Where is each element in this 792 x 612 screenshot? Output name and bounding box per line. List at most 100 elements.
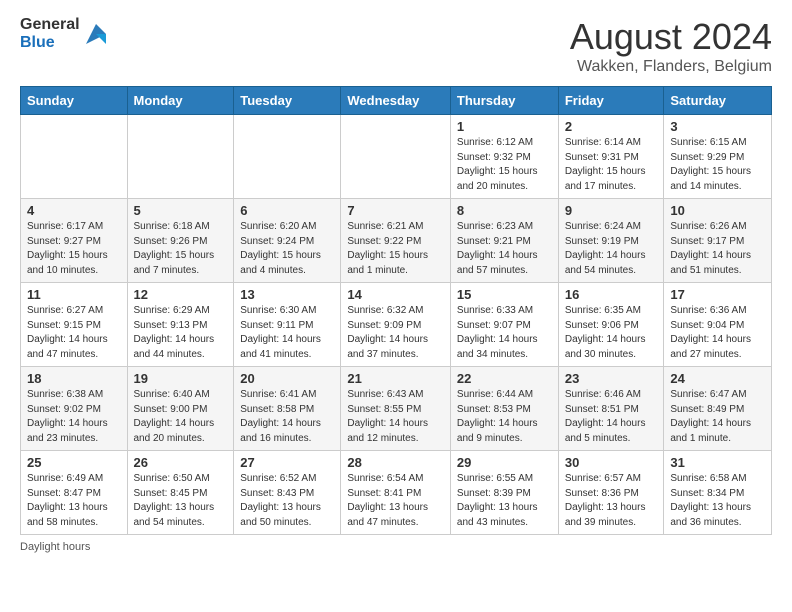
- calendar-cell: 23 Sunrise: 6:46 AM Sunset: 8:51 PM Dayli…: [558, 367, 664, 451]
- day-number: 16: [565, 287, 658, 302]
- day-number: 2: [565, 119, 658, 134]
- day-info: Sunrise: 6:44 AM Sunset: 8:53 PM Dayligh…: [457, 388, 552, 446]
- day-info: Sunrise: 6:54 AM Sunset: 8:41 PM Dayligh…: [347, 472, 444, 530]
- calendar-cell: 27 Sunrise: 6:52 AM Sunset: 8:43 PM Dayli…: [234, 451, 341, 535]
- page: General Blue August 2024 Wakken, Flander…: [0, 0, 792, 563]
- day-number: 8: [457, 203, 552, 218]
- calendar-cell: [127, 115, 234, 199]
- day-number: 17: [670, 287, 765, 302]
- subtitle: Wakken, Flanders, Belgium: [570, 58, 772, 76]
- day-info: Sunrise: 6:23 AM Sunset: 9:21 PM Dayligh…: [457, 220, 552, 278]
- day-number: 5: [134, 203, 228, 218]
- calendar-cell: 1 Sunrise: 6:12 AM Sunset: 9:32 PM Daylig…: [450, 115, 558, 199]
- calendar-cell: 6 Sunrise: 6:20 AM Sunset: 9:24 PM Daylig…: [234, 199, 341, 283]
- day-info: Sunrise: 6:18 AM Sunset: 9:26 PM Dayligh…: [134, 220, 228, 278]
- calendar-week-row: 1 Sunrise: 6:12 AM Sunset: 9:32 PM Daylig…: [21, 115, 772, 199]
- daylight-label: Daylight hours: [20, 541, 90, 553]
- calendar-cell: 31Sunrise: 6:58 AM Sunset: 8:34 PM Dayli…: [664, 451, 772, 535]
- day-number: 9: [565, 203, 658, 218]
- calendar-cell: 7Sunrise: 6:21 AM Sunset: 9:22 PM Daylig…: [341, 199, 451, 283]
- logo-icon: [82, 20, 110, 48]
- day-number: 21: [347, 371, 444, 386]
- day-number: 4: [27, 203, 121, 218]
- day-number: 25: [27, 455, 121, 470]
- calendar-cell: 24Sunrise: 6:47 AM Sunset: 8:49 PM Dayli…: [664, 367, 772, 451]
- calendar-cell: 8 Sunrise: 6:23 AM Sunset: 9:21 PM Daylig…: [450, 199, 558, 283]
- calendar-week-row: 4Sunrise: 6:17 AM Sunset: 9:27 PM Daylig…: [21, 199, 772, 283]
- calendar-cell: 10 Sunrise: 6:26 AM Sunset: 9:17 PM Dayli…: [664, 199, 772, 283]
- day-info: Sunrise: 6:33 AM Sunset: 9:07 PM Dayligh…: [457, 304, 552, 362]
- calendar-cell: 15 Sunrise: 6:33 AM Sunset: 9:07 PM Dayli…: [450, 283, 558, 367]
- day-info: Sunrise: 6:26 AM Sunset: 9:17 PM Dayligh…: [670, 220, 765, 278]
- calendar: SundayMondayTuesdayWednesdayThursdayFrid…: [20, 86, 772, 535]
- day-info: Sunrise: 6:49 AM Sunset: 8:47 PM Dayligh…: [27, 472, 121, 530]
- day-number: 20: [240, 371, 334, 386]
- day-number: 31: [670, 455, 765, 470]
- calendar-cell: 2 Sunrise: 6:14 AM Sunset: 9:31 PM Daylig…: [558, 115, 664, 199]
- day-info: Sunrise: 6:40 AM Sunset: 9:00 PM Dayligh…: [134, 388, 228, 446]
- calendar-cell: [234, 115, 341, 199]
- day-number: 26: [134, 455, 228, 470]
- day-number: 23: [565, 371, 658, 386]
- day-info: Sunrise: 6:14 AM Sunset: 9:31 PM Dayligh…: [565, 136, 658, 194]
- calendar-weekday-header: Monday: [127, 87, 234, 115]
- day-info: Sunrise: 6:20 AM Sunset: 9:24 PM Dayligh…: [240, 220, 334, 278]
- day-number: 30: [565, 455, 658, 470]
- calendar-cell: 22Sunrise: 6:44 AM Sunset: 8:53 PM Dayli…: [450, 367, 558, 451]
- calendar-weekday-header: Wednesday: [341, 87, 451, 115]
- day-info: Sunrise: 6:43 AM Sunset: 8:55 PM Dayligh…: [347, 388, 444, 446]
- day-info: Sunrise: 6:27 AM Sunset: 9:15 PM Dayligh…: [27, 304, 121, 362]
- calendar-weekday-header: Saturday: [664, 87, 772, 115]
- calendar-cell: 28 Sunrise: 6:54 AM Sunset: 8:41 PM Dayli…: [341, 451, 451, 535]
- day-info: Sunrise: 6:15 AM Sunset: 9:29 PM Dayligh…: [670, 136, 765, 194]
- title-area: August 2024 Wakken, Flanders, Belgium: [570, 16, 772, 76]
- day-info: Sunrise: 6:50 AM Sunset: 8:45 PM Dayligh…: [134, 472, 228, 530]
- day-number: 11: [27, 287, 121, 302]
- calendar-cell: 3Sunrise: 6:15 AM Sunset: 9:29 PM Daylig…: [664, 115, 772, 199]
- calendar-week-row: 25 Sunrise: 6:49 AM Sunset: 8:47 PM Dayli…: [21, 451, 772, 535]
- calendar-weekday-header: Friday: [558, 87, 664, 115]
- day-number: 28: [347, 455, 444, 470]
- day-info: Sunrise: 6:12 AM Sunset: 9:32 PM Dayligh…: [457, 136, 552, 194]
- calendar-cell: 26 Sunrise: 6:50 AM Sunset: 8:45 PM Dayli…: [127, 451, 234, 535]
- header: General Blue August 2024 Wakken, Flander…: [20, 16, 772, 76]
- calendar-header-row: SundayMondayTuesdayWednesdayThursdayFrid…: [21, 87, 772, 115]
- day-info: Sunrise: 6:29 AM Sunset: 9:13 PM Dayligh…: [134, 304, 228, 362]
- day-number: 13: [240, 287, 334, 302]
- calendar-cell: 17 Sunrise: 6:36 AM Sunset: 9:04 PM Dayli…: [664, 283, 772, 367]
- day-number: 29: [457, 455, 552, 470]
- calendar-cell: 25 Sunrise: 6:49 AM Sunset: 8:47 PM Dayli…: [21, 451, 128, 535]
- calendar-weekday-header: Thursday: [450, 87, 558, 115]
- calendar-cell: 16 Sunrise: 6:35 AM Sunset: 9:06 PM Dayli…: [558, 283, 664, 367]
- calendar-cell: 13 Sunrise: 6:30 AM Sunset: 9:11 PM Dayli…: [234, 283, 341, 367]
- day-number: 18: [27, 371, 121, 386]
- day-number: 6: [240, 203, 334, 218]
- calendar-cell: 21 Sunrise: 6:43 AM Sunset: 8:55 PM Dayli…: [341, 367, 451, 451]
- day-info: Sunrise: 6:46 AM Sunset: 8:51 PM Dayligh…: [565, 388, 658, 446]
- logo-blue-text: Blue: [20, 34, 80, 52]
- calendar-cell: [21, 115, 128, 199]
- calendar-weekday-header: Tuesday: [234, 87, 341, 115]
- calendar-cell: 9Sunrise: 6:24 AM Sunset: 9:19 PM Daylig…: [558, 199, 664, 283]
- calendar-cell: 5 Sunrise: 6:18 AM Sunset: 9:26 PM Daylig…: [127, 199, 234, 283]
- day-number: 1: [457, 119, 552, 134]
- calendar-cell: 20 Sunrise: 6:41 AM Sunset: 8:58 PM Dayli…: [234, 367, 341, 451]
- day-info: Sunrise: 6:47 AM Sunset: 8:49 PM Dayligh…: [670, 388, 765, 446]
- calendar-week-row: 11 Sunrise: 6:27 AM Sunset: 9:15 PM Dayli…: [21, 283, 772, 367]
- day-number: 14: [347, 287, 444, 302]
- day-info: Sunrise: 6:41 AM Sunset: 8:58 PM Dayligh…: [240, 388, 334, 446]
- day-info: Sunrise: 6:35 AM Sunset: 9:06 PM Dayligh…: [565, 304, 658, 362]
- calendar-cell: [341, 115, 451, 199]
- day-number: 12: [134, 287, 228, 302]
- calendar-cell: 11 Sunrise: 6:27 AM Sunset: 9:15 PM Dayli…: [21, 283, 128, 367]
- day-info: Sunrise: 6:52 AM Sunset: 8:43 PM Dayligh…: [240, 472, 334, 530]
- day-info: Sunrise: 6:36 AM Sunset: 9:04 PM Dayligh…: [670, 304, 765, 362]
- footer: Daylight hours: [20, 541, 772, 553]
- day-info: Sunrise: 6:30 AM Sunset: 9:11 PM Dayligh…: [240, 304, 334, 362]
- day-info: Sunrise: 6:55 AM Sunset: 8:39 PM Dayligh…: [457, 472, 552, 530]
- day-number: 7: [347, 203, 444, 218]
- day-number: 10: [670, 203, 765, 218]
- day-number: 15: [457, 287, 552, 302]
- logo: General Blue: [20, 16, 110, 51]
- day-number: 27: [240, 455, 334, 470]
